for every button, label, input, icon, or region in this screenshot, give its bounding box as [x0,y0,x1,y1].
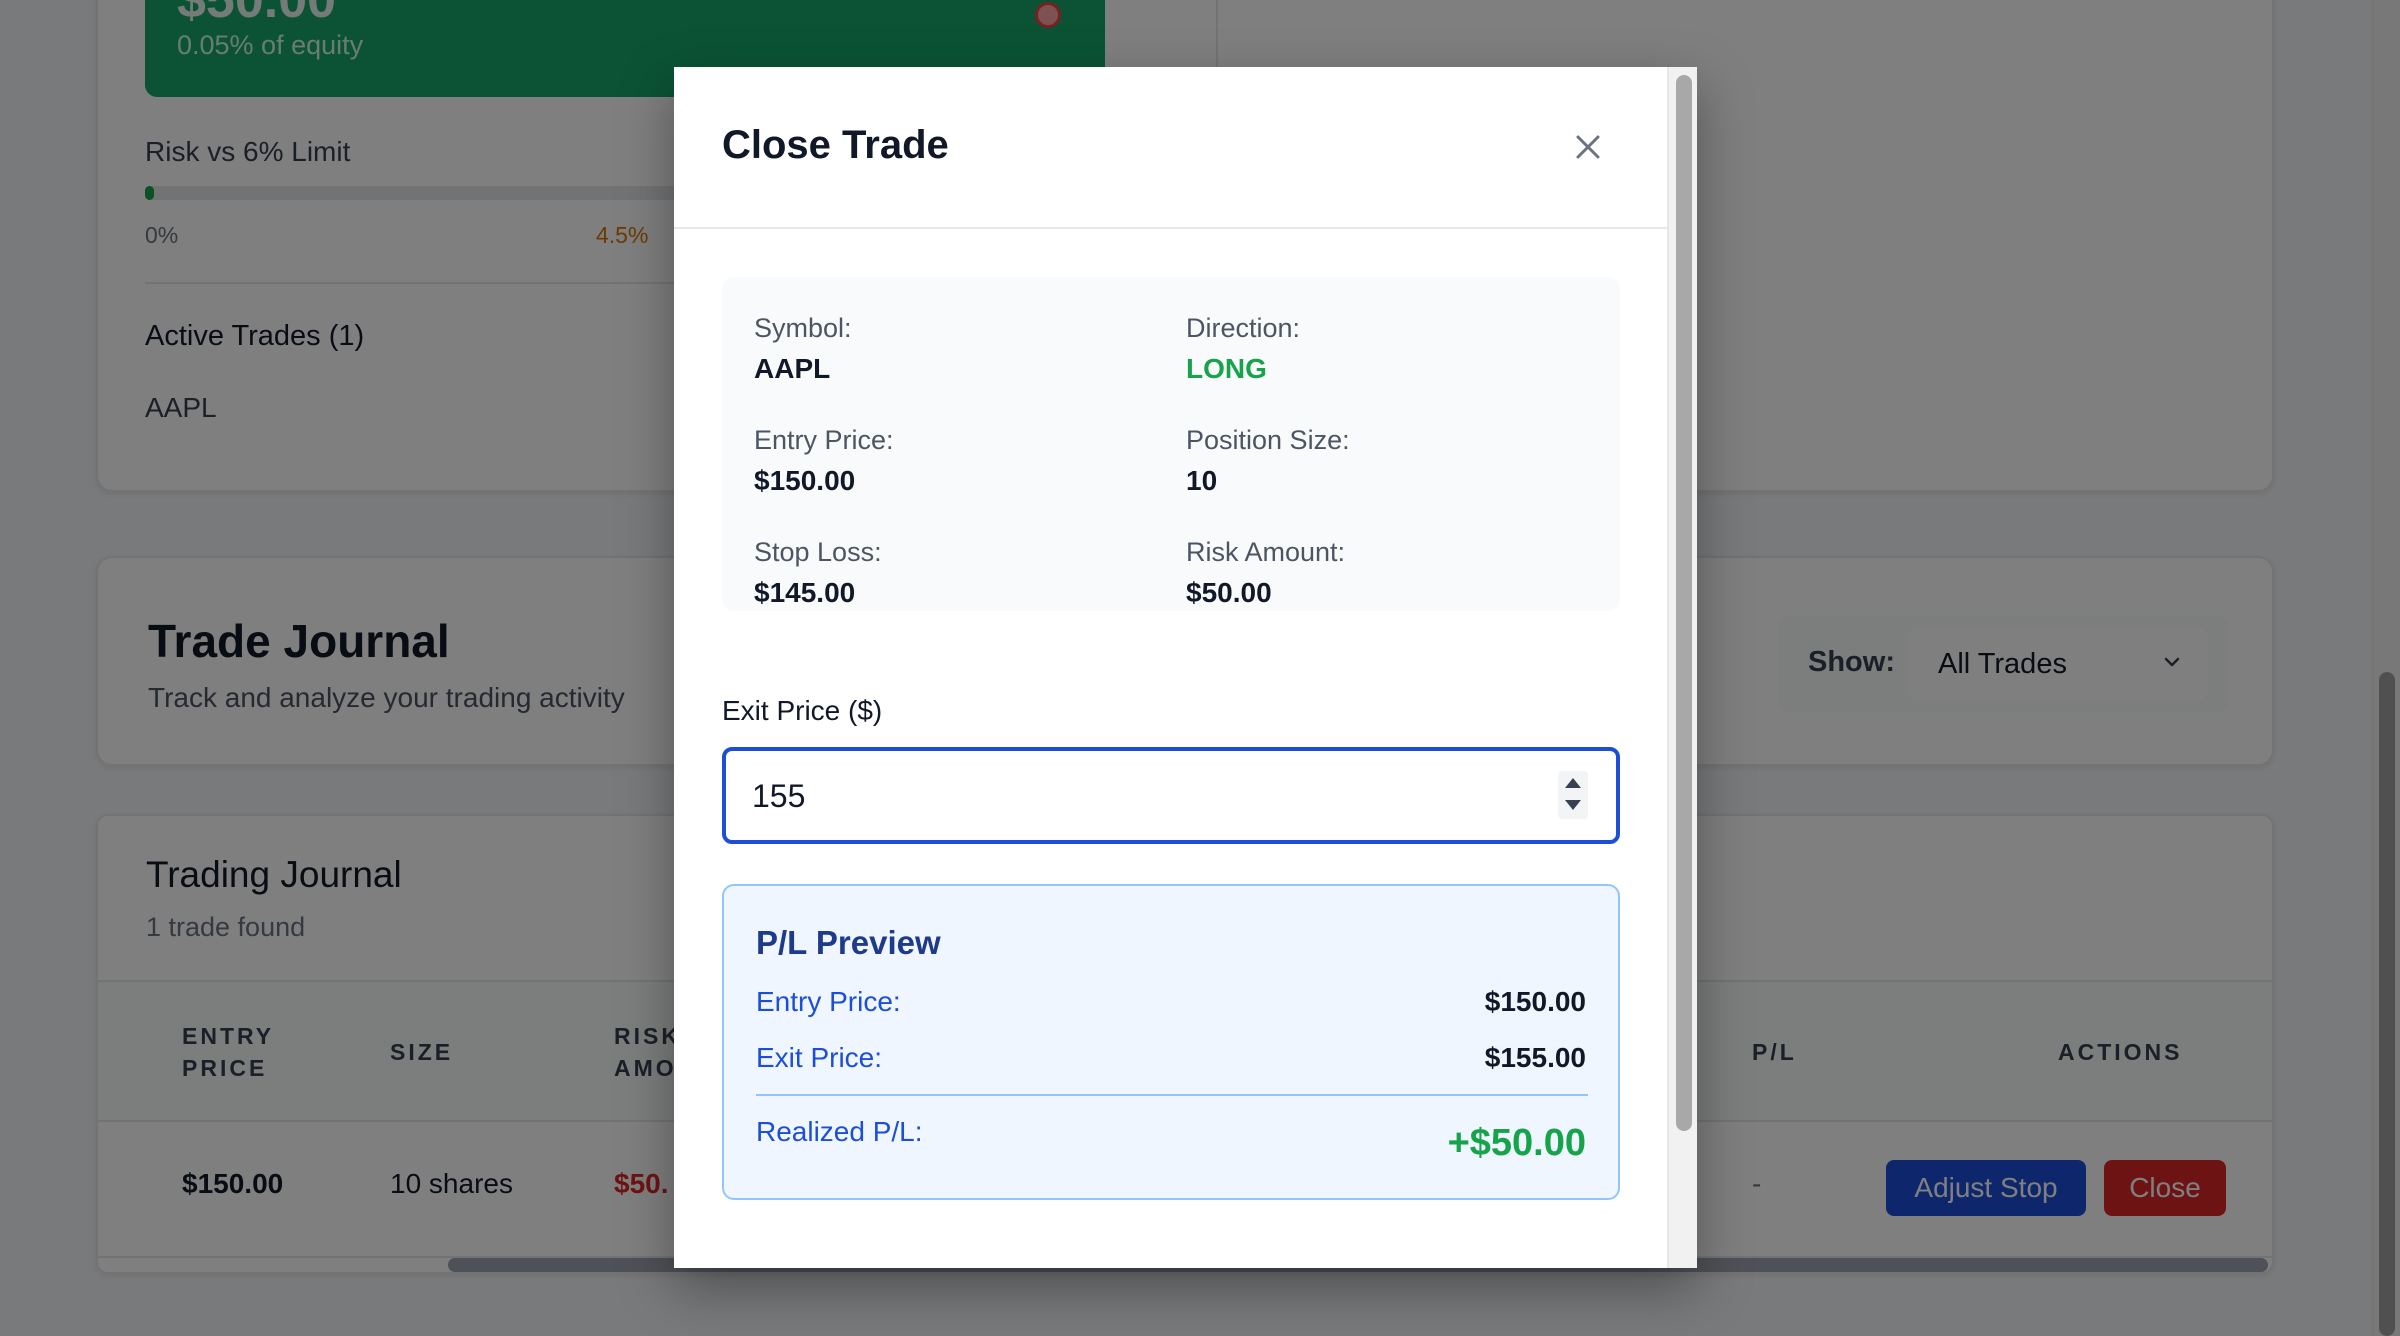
pl-preview-title: P/L Preview [756,924,941,961]
realized-pl-value: +$50.00 [1447,1122,1586,1164]
direction-label: Direction: [1186,313,1301,343]
exit-price-field[interactable] [722,747,1620,844]
preview-entry-label: Entry Price: [756,986,901,1017]
divider [756,1094,1588,1096]
stepper-down-icon[interactable] [1565,800,1581,810]
stop-loss-value: $145.00 [754,577,856,608]
symbol-value: AAPL [754,353,831,384]
stop-loss-label: Stop Loss: [754,537,882,567]
modal-title: Close Trade [722,123,949,167]
close-icon[interactable] [1566,125,1610,169]
direction-value: LONG [1186,353,1267,384]
modal-scrollbar[interactable] [1667,67,1697,1268]
trade-summary: Symbol: AAPL Direction: LONG Entry Price… [722,277,1620,611]
exit-price-input[interactable] [752,773,1512,819]
position-size-label: Position Size: [1186,425,1350,455]
preview-entry-value: $150.00 [1484,986,1586,1017]
pl-preview: P/L Preview Entry Price: $150.00 Exit Pr… [722,884,1620,1200]
number-stepper[interactable] [1558,771,1588,819]
entry-price-value: $150.00 [754,465,856,496]
entry-price-label: Entry Price: [754,425,894,455]
stepper-up-icon[interactable] [1565,778,1581,788]
preview-exit-value: $155.00 [1484,1042,1586,1073]
risk-amount-value: $50.00 [1186,577,1272,608]
position-size-value: 10 [1186,465,1218,496]
modal-scrollbar-thumb[interactable] [1676,75,1692,1131]
symbol-label: Symbol: [754,313,852,343]
close-trade-modal: Close Trade Symbol: AAPL Direction: LONG… [674,67,1697,1268]
modal-header: Close Trade [674,67,1667,229]
risk-amount-label: Risk Amount: [1186,537,1346,567]
realized-pl-label: Realized P/L: [756,1116,923,1147]
exit-price-label: Exit Price ($) [722,695,883,726]
preview-exit-label: Exit Price: [756,1042,883,1073]
